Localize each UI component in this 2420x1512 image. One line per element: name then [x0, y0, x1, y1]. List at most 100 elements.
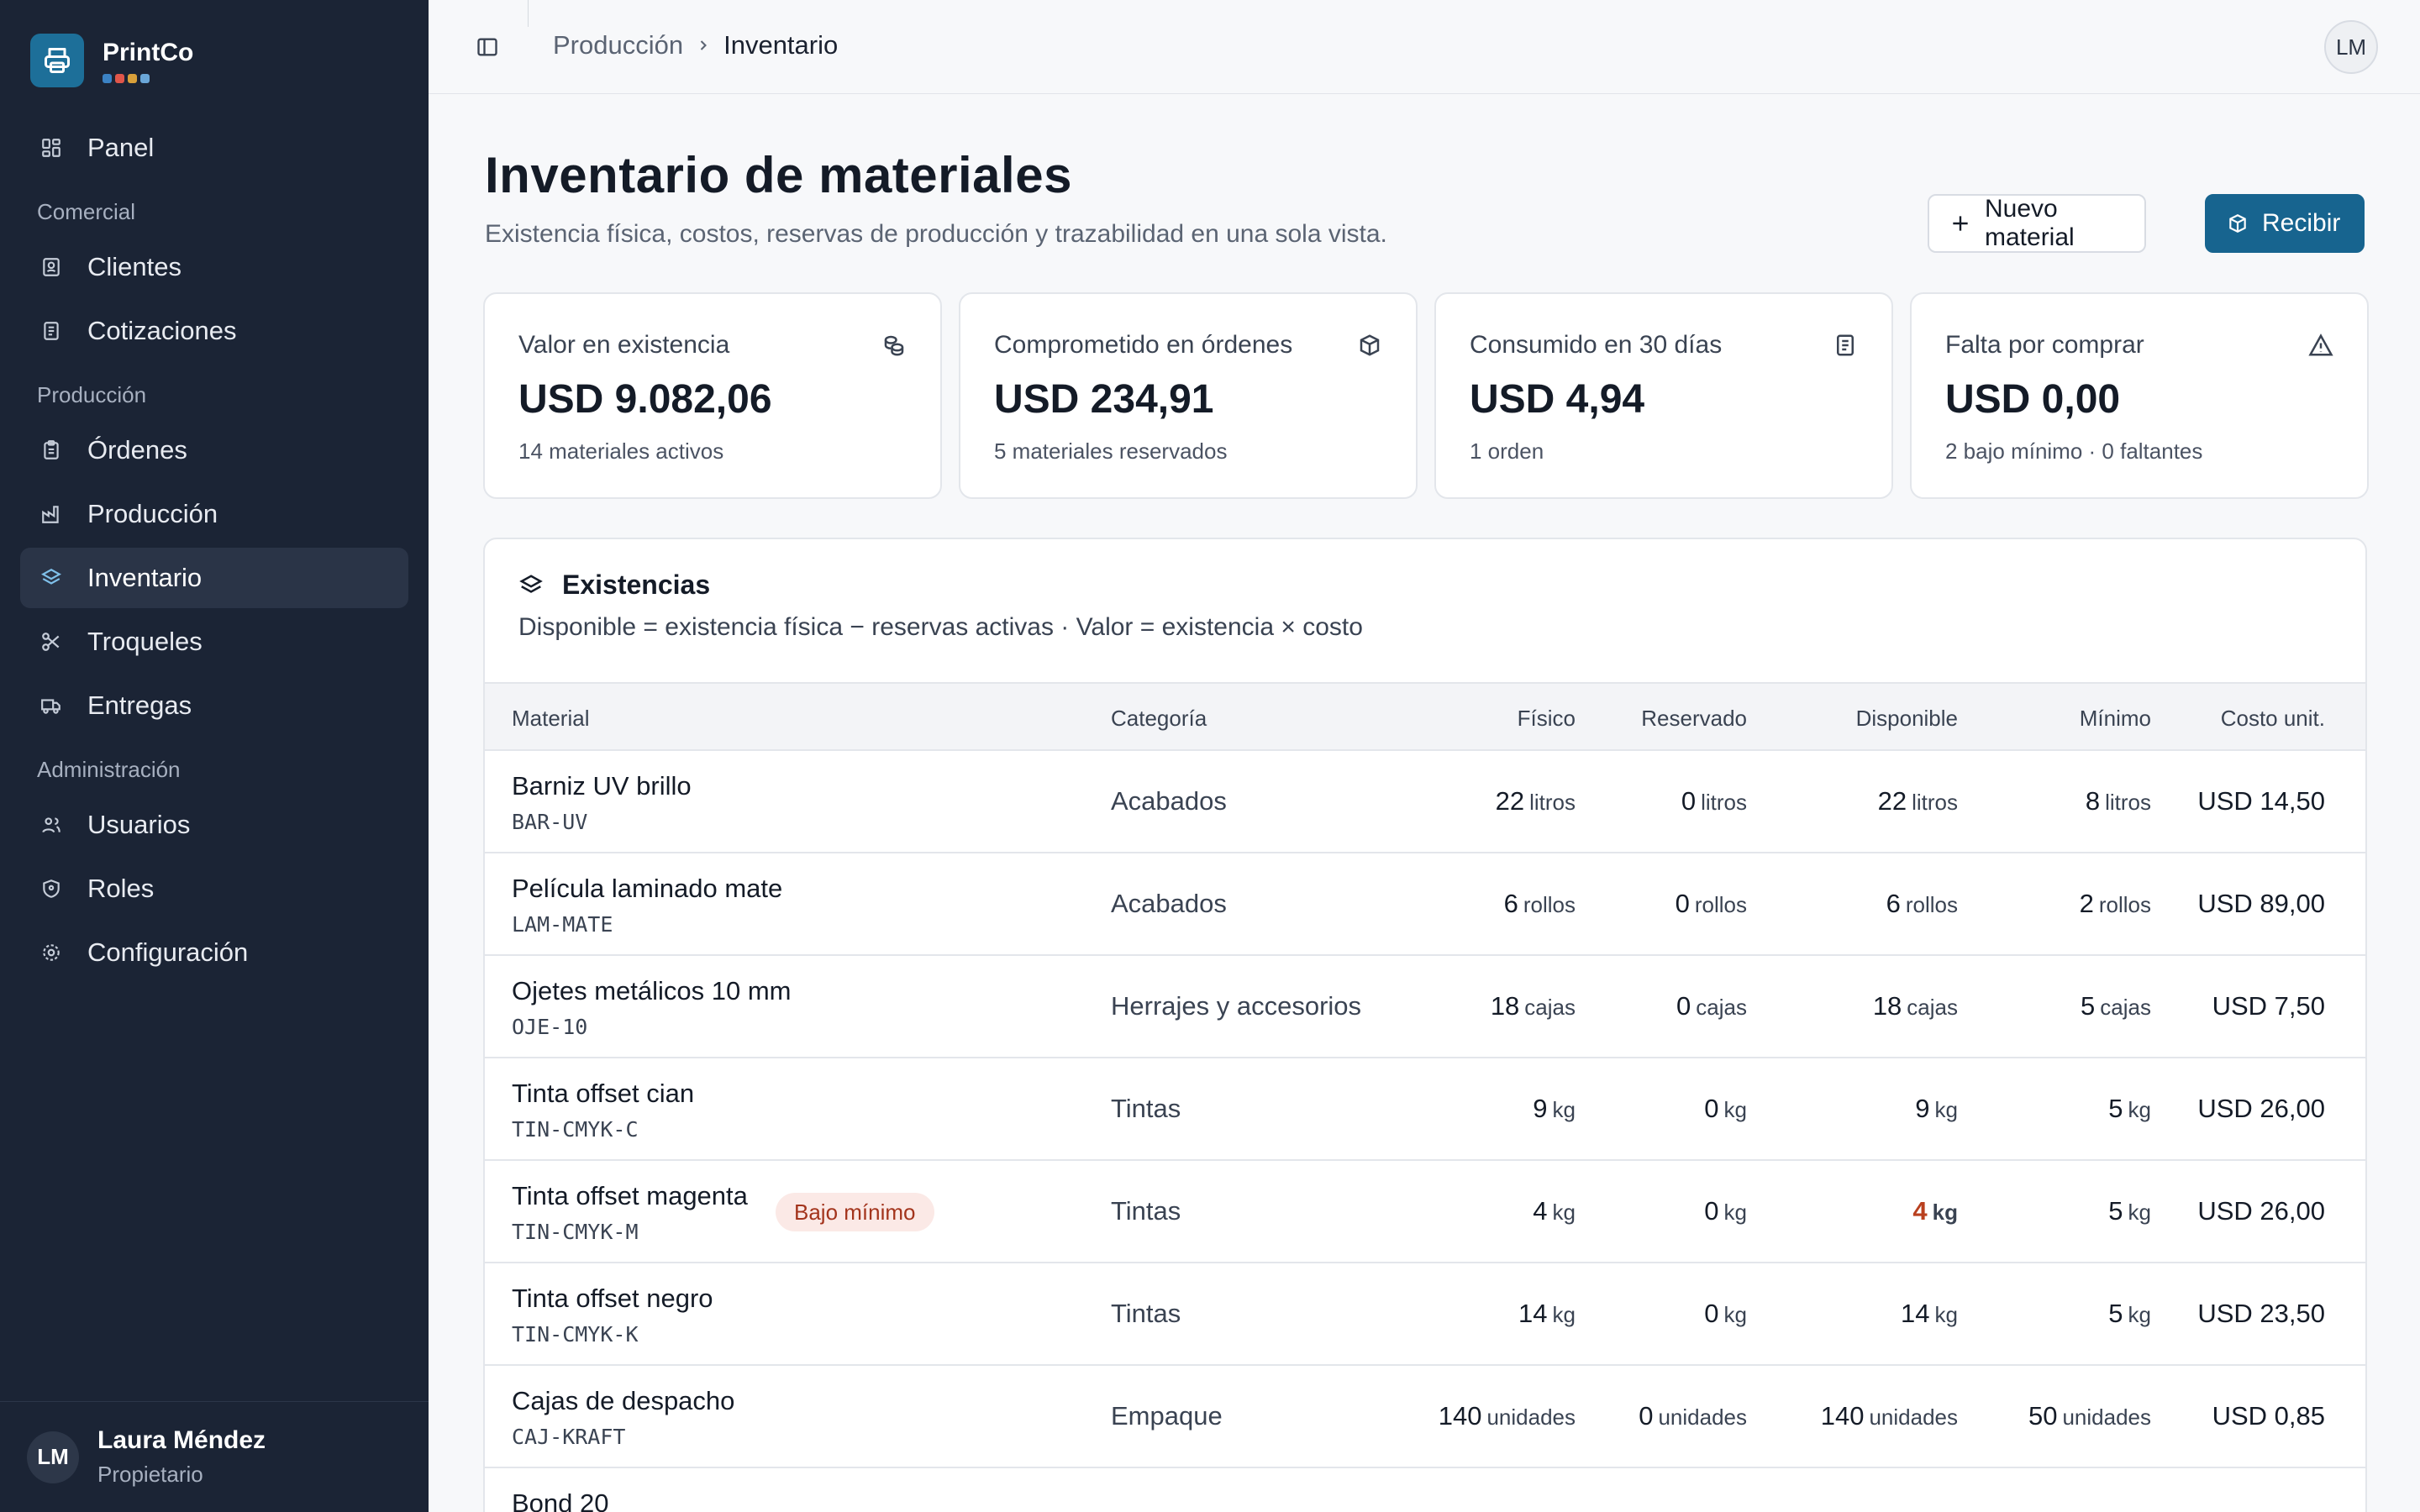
receive-button[interactable]: Recibir	[2205, 194, 2365, 253]
column-header-physical[interactable]: Físico	[1518, 706, 1576, 732]
cell-physical: 9 kg	[1533, 1094, 1576, 1124]
sidebar-toggle-button[interactable]	[472, 32, 502, 62]
sidebar-item-label: Entregas	[87, 690, 192, 720]
column-header-available[interactable]: Disponible	[1856, 706, 1958, 732]
sidebar-item-label: Clientes	[87, 252, 182, 281]
table-row[interactable]: Bond 20	[485, 1468, 2365, 1512]
cell-value: 18	[1872, 991, 1902, 1021]
warning-icon	[2308, 333, 2333, 356]
sidebar-item-ordenes[interactable]: Órdenes	[20, 420, 408, 480]
panel-title: Existencias	[562, 570, 711, 600]
cell-unit: unidades	[1869, 1404, 1958, 1430]
table-row[interactable]: Tinta offset negro TIN-CMYK-K Tintas 14 kg 0 k…	[485, 1263, 2365, 1366]
cell-value: 9	[1915, 1094, 1930, 1123]
clipboard-icon	[39, 438, 64, 463]
cell-unit: kg	[1932, 1200, 1958, 1225]
cell-value: 50	[2028, 1401, 2058, 1431]
cell-value: 14	[1518, 1299, 1548, 1328]
shield-icon	[39, 876, 64, 901]
sidebar-item-clientes[interactable]: Clientes	[20, 237, 408, 297]
nav-section-title: Administración	[37, 757, 181, 782]
sidebar-item-entregas[interactable]: Entregas	[20, 675, 408, 736]
cell-value: 140	[1438, 1401, 1482, 1431]
sidebar-item-usuarios[interactable]: Usuarios	[20, 795, 408, 855]
sidebar: PrintCo Panel Comercial Clientes Cotizac…	[0, 0, 429, 1512]
stat-value: USD 0,00	[1945, 377, 2121, 422]
column-header-material[interactable]: Material	[512, 706, 589, 732]
sidebar-item-produccion[interactable]: Producción	[20, 484, 408, 544]
cell-available: 140 unidades	[1821, 1401, 1958, 1431]
material-category: Acabados	[1111, 889, 1227, 918]
cell-available: 22 litros	[1878, 786, 1958, 816]
sidebar-item-cotizaciones[interactable]: Cotizaciones	[20, 301, 408, 361]
user-menu[interactable]: LM Laura Méndez Propietario	[0, 1401, 429, 1512]
stat-card-stock-value: Valor en existencia USD 9.082,06 14 mate…	[483, 292, 942, 499]
brand-dots	[103, 73, 193, 83]
material-name: Tinta offset magenta	[512, 1181, 748, 1210]
factory-icon	[39, 501, 64, 527]
table-row[interactable]: Tinta offset cian TIN-CMYK-C Tintas 9 kg 0 kg 9…	[485, 1058, 2365, 1161]
sidebar-item-roles[interactable]: Roles	[20, 858, 408, 919]
cell-value: 0	[1639, 1401, 1654, 1431]
sidebar-item-panel[interactable]: Panel	[20, 118, 408, 178]
breadcrumb-parent[interactable]: Producción	[553, 30, 683, 60]
material-name: Cajas de despacho	[512, 1386, 735, 1415]
cell-unit: kg	[1723, 1200, 1747, 1225]
sidebar-item-inventario[interactable]: Inventario	[20, 548, 408, 608]
nav-section-title: Producción	[37, 382, 147, 407]
column-header-minimum[interactable]: Mínimo	[2080, 706, 2151, 732]
stat-label: Falta por comprar	[1945, 331, 2144, 359]
chevron-right-icon	[695, 37, 712, 54]
cell-reserved: 0 kg	[1704, 1196, 1747, 1226]
cell-value: 6	[1503, 889, 1518, 918]
cell-unit: litros	[1529, 790, 1576, 815]
cell-unit-cost: USD 7,50	[2212, 991, 2325, 1021]
cell-available: 6 rollos	[1886, 889, 1958, 919]
sidebar-item-label: Roles	[87, 874, 155, 903]
cell-unit: cajas	[1907, 995, 1958, 1020]
material-code: CAJ-KRAFT	[512, 1425, 626, 1449]
avatar[interactable]: LM	[2324, 20, 2378, 74]
sidebar-item-configuracion[interactable]: Configuración	[20, 922, 408, 983]
material-category: Tintas	[1111, 1299, 1181, 1328]
cell-value: 6	[1886, 889, 1901, 918]
cell-reserved: 0 litros	[1681, 786, 1747, 816]
cell-unit-cost: USD 23,50	[2197, 1299, 2325, 1328]
cell-value: 5	[2108, 1094, 2123, 1123]
status-badge: Bajo mínimo	[776, 1193, 934, 1231]
cell-unit: litros	[1701, 790, 1747, 815]
table-row[interactable]: Ojetes metálicos 10 mm OJE-10 Herrajes y a…	[485, 956, 2365, 1058]
cell-value: 0	[1704, 1299, 1719, 1328]
app-name: PrintCo	[103, 38, 194, 66]
column-header-reserved[interactable]: Reservado	[1641, 706, 1747, 732]
sidebar-item-label: Panel	[87, 133, 155, 162]
new-material-button[interactable]: Nuevo material	[1928, 194, 2146, 253]
brand-dot	[115, 73, 124, 83]
table-row[interactable]: Tinta offset magenta TIN-CMYK-M Bajo mínim…	[485, 1161, 2365, 1263]
cell-value: 0	[1704, 1094, 1719, 1123]
sidebar-item-troqueles[interactable]: Troqueles	[20, 612, 408, 672]
table-row[interactable]: Película laminado mate LAM-MATE Acabados 6 r…	[485, 853, 2365, 956]
breadcrumb-current: Inventario	[723, 30, 839, 60]
coins-icon	[884, 335, 904, 356]
cell-value: 4	[1533, 1196, 1548, 1226]
cell-unit: rollos	[1694, 892, 1747, 917]
cell-value: 5	[2081, 991, 2096, 1021]
topbar: Producción Inventario LM	[429, 0, 2420, 94]
table-row[interactable]: Cajas de despacho CAJ-KRAFT Empaque 140 unid…	[485, 1366, 2365, 1468]
column-header-unit-cost[interactable]: Costo unit.	[2221, 706, 2325, 732]
stat-meta: 1 orden	[1470, 438, 1544, 464]
column-header-category[interactable]: Categoría	[1111, 706, 1207, 732]
cell-unit: kg	[1552, 1097, 1576, 1122]
brand[interactable]: PrintCo	[30, 34, 193, 87]
cell-value: 8	[2085, 786, 2101, 816]
table-row[interactable]: Barniz UV brillo BAR-UV Acabados 22 litros 0 l…	[485, 751, 2365, 853]
cell-available: 14 kg	[1901, 1299, 1958, 1329]
stock-panel: Existencias Disponible = existencia físi…	[483, 538, 2367, 1512]
cell-physical: 6 rollos	[1504, 889, 1576, 919]
stat-label: Comprometido en órdenes	[994, 331, 1293, 359]
cell-unit: unidades	[2062, 1404, 2151, 1430]
cell-value: 22	[1877, 786, 1907, 816]
sidebar-item-label: Cotizaciones	[87, 316, 237, 345]
user-role: Propietario	[97, 1462, 203, 1487]
